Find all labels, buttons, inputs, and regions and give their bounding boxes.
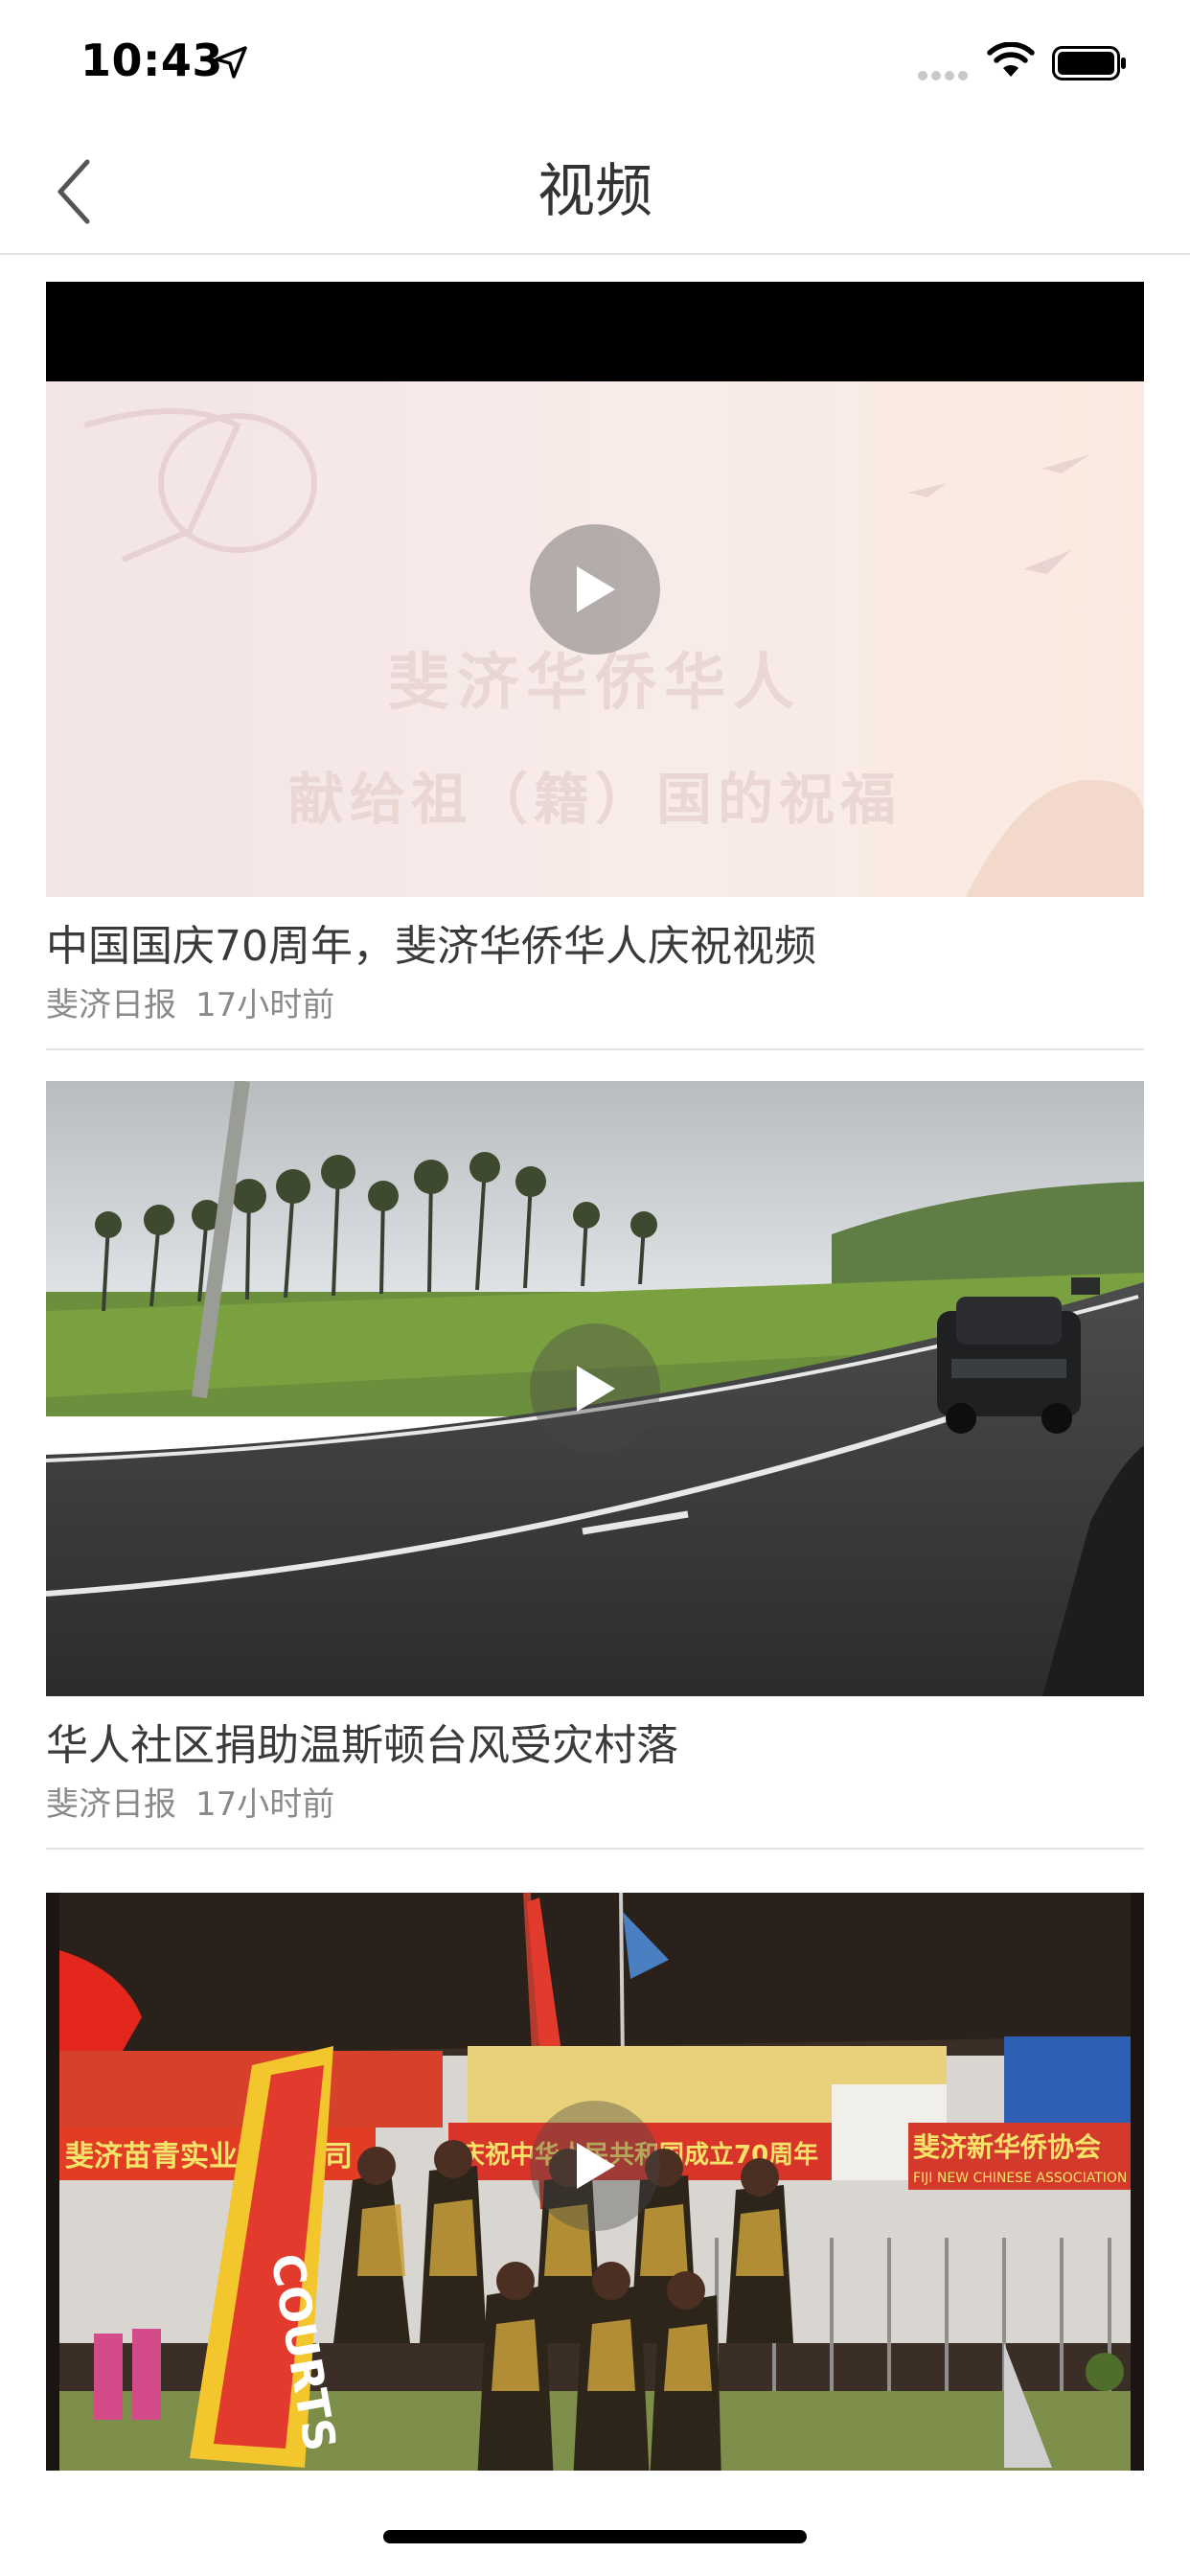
home-indicator	[383, 2530, 807, 2543]
thumbnail-text-2: 献给祖（籍）国的祝福	[288, 767, 902, 832]
video-time: 17小时前	[195, 986, 335, 1024]
play-button[interactable]	[530, 524, 660, 655]
video-card[interactable]: 斐济苗青实业有限公司 庆祝中华人民共和国成立70周年 斐济新华侨协会 FIJI …	[46, 1880, 1144, 2471]
play-icon	[577, 2143, 615, 2189]
wifi-icon	[987, 42, 1035, 77]
location-arrow-icon	[215, 46, 247, 79]
nav-bar: 视频	[0, 126, 1190, 255]
status-bar: 10:43	[0, 0, 1190, 126]
battery-icon	[1052, 46, 1126, 80]
video-card[interactable]: 斐济华侨华人 献给祖（籍）国的祝福 中国国庆70周年，斐济华侨华人庆祝视频 斐济…	[46, 282, 1144, 1050]
video-time: 17小时前	[195, 1785, 335, 1824]
video-feed: 斐济华侨华人 献给祖（籍）国的祝福 中国国庆70周年，斐济华侨华人庆祝视频 斐济…	[46, 282, 1144, 2501]
play-icon	[577, 566, 615, 612]
video-source: 斐济日报	[46, 1785, 176, 1824]
play-button[interactable]	[530, 1323, 660, 1454]
video-title[interactable]: 华人社区捐助温斯顿台风受灾村落	[46, 1717, 1144, 1775]
video-thumbnail[interactable]	[46, 1081, 1144, 1696]
video-meta: 斐济日报 17小时前	[46, 983, 1144, 1027]
video-meta: 斐济日报 17小时前	[46, 1782, 1144, 1827]
thumbnail-text-1: 斐济华侨华人	[388, 648, 802, 719]
banner-text-right: 斐济新华侨协会	[913, 2131, 1101, 2163]
page-title: 视频	[538, 158, 652, 225]
status-time: 10:43	[80, 34, 223, 86]
play-icon	[577, 1366, 615, 1412]
banner-text-right-en: FIJI NEW CHINESE ASSOCIATION	[913, 2171, 1127, 2186]
cellular-signal-icon	[918, 71, 968, 80]
video-thumbnail[interactable]: 斐济苗青实业有限公司 庆祝中华人民共和国成立70周年 斐济新华侨协会 FIJI …	[46, 1880, 1144, 2471]
video-title[interactable]: 中国国庆70周年，斐济华侨华人庆祝视频	[46, 918, 1144, 976]
video-thumbnail[interactable]: 斐济华侨华人 献给祖（籍）国的祝福	[46, 282, 1144, 897]
play-button[interactable]	[530, 2101, 660, 2231]
video-card[interactable]: 华人社区捐助温斯顿台风受灾村落 斐济日报 17小时前	[46, 1081, 1144, 1850]
video-source: 斐济日报	[46, 986, 176, 1024]
